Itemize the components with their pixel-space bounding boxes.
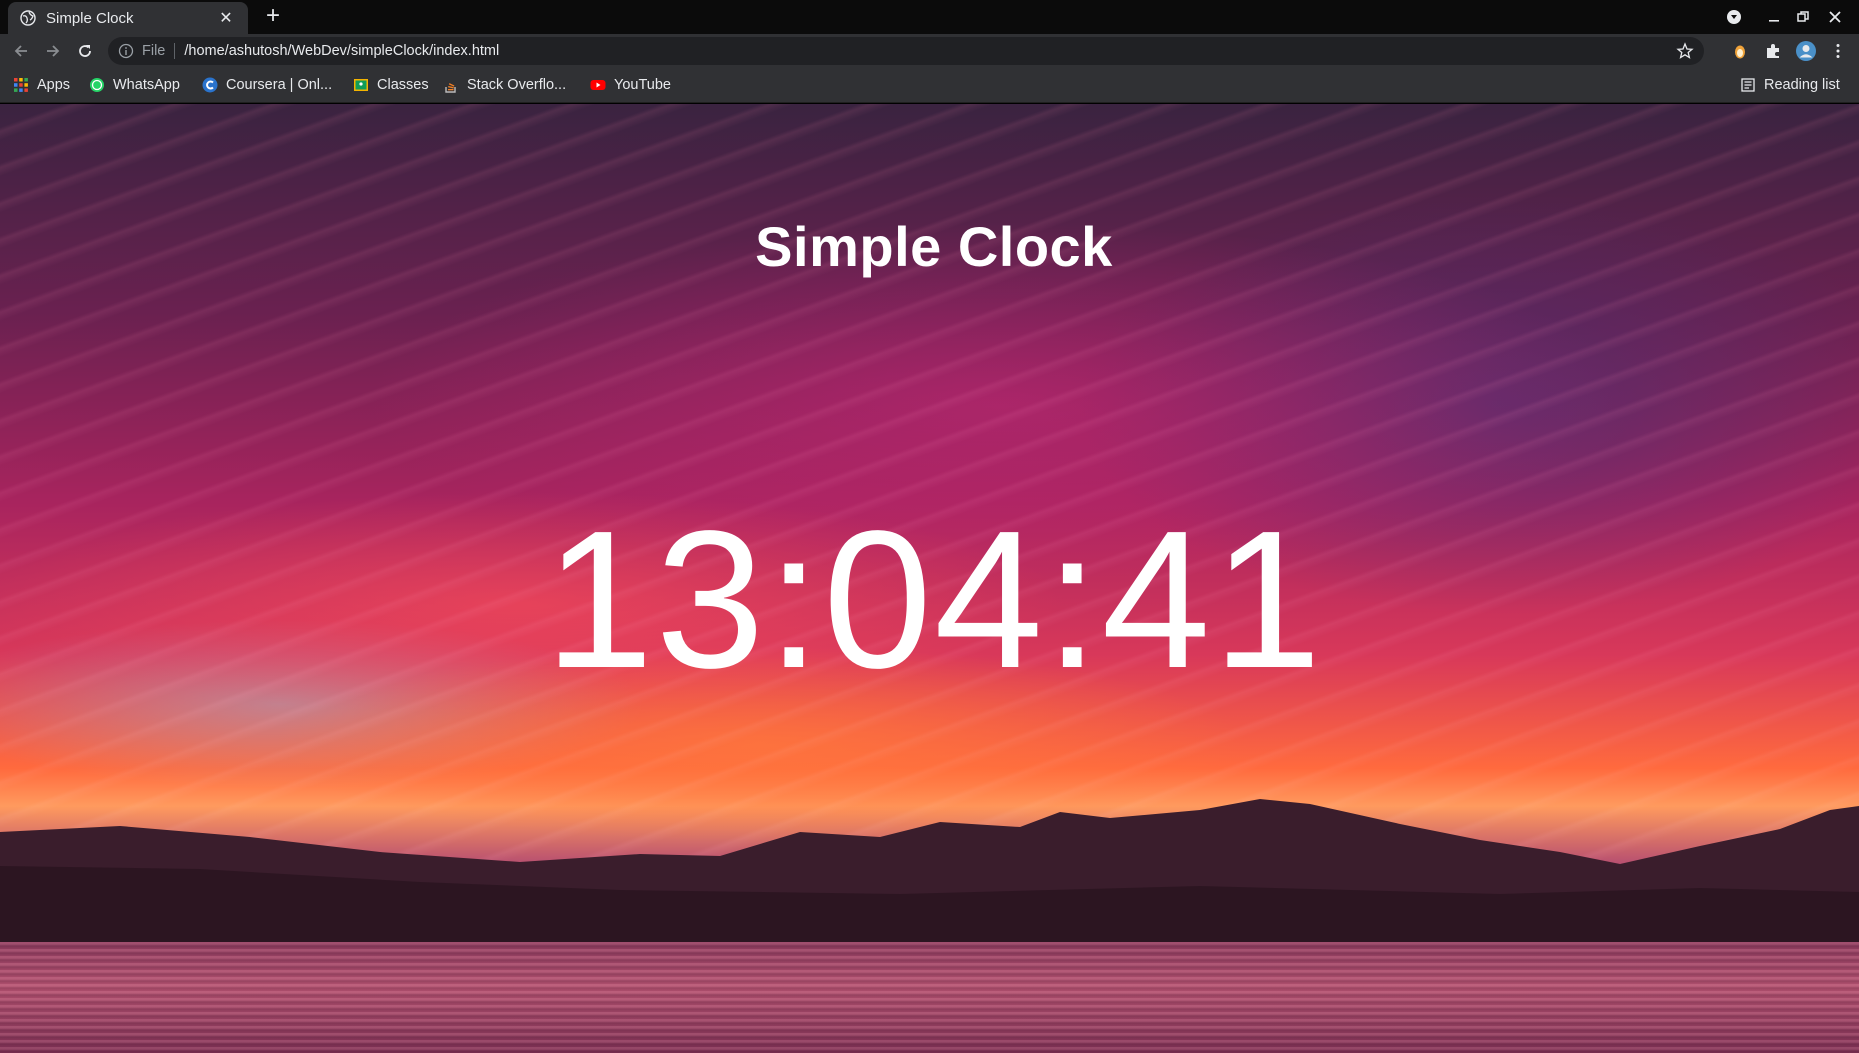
url-text[interactable]: /home/ashutosh/WebDev/simpleClock/index.… (184, 43, 499, 59)
bookmark-label: Classes (377, 77, 429, 93)
close-window-icon[interactable] (1829, 0, 1841, 34)
bookmark-apps[interactable]: Apps (13, 68, 70, 102)
bookmark-star-icon[interactable] (1676, 42, 1694, 60)
bookmark-label: Coursera | Onl... (226, 77, 333, 93)
stack-overflow-icon (445, 83, 456, 93)
apps-grid-icon (14, 78, 28, 92)
reading-list-label: Reading list (1764, 77, 1840, 93)
google-classroom-icon (354, 79, 368, 91)
tab-title: Simple Clock (46, 9, 134, 27)
bookmark-label: Apps (37, 77, 71, 93)
youtube-icon (590, 80, 606, 90)
tab-simple-clock[interactable]: Simple Clock ✕ (8, 2, 248, 34)
coursera-icon (202, 77, 218, 93)
new-tab-button[interactable]: + (260, 4, 286, 30)
clock-time-display: 13:04:41 (544, 490, 1324, 709)
bookmarks-bar: Apps WhatsApp Coursera | Onl... Classes (0, 68, 1859, 103)
bookmark-label: WhatsApp (113, 77, 180, 93)
page-viewport: Simple Clock 13:04:41 (0, 104, 1859, 1053)
close-tab-icon[interactable]: ✕ (216, 8, 236, 28)
media-control-icon[interactable] (1726, 0, 1742, 34)
url-scheme-label: File (142, 43, 166, 59)
lake-water (0, 942, 1859, 1053)
profile-avatar[interactable] (1795, 40, 1817, 62)
restore-icon[interactable] (1797, 0, 1809, 34)
back-arrow-icon[interactable] (11, 41, 31, 61)
bookmark-youtube[interactable]: YouTube (590, 68, 671, 102)
tab-strip: Simple Clock ✕ + (0, 0, 1859, 34)
info-icon[interactable] (118, 43, 134, 59)
bookmark-stack-overflow[interactable]: Stack Overflo... (443, 68, 566, 102)
url-separator (174, 43, 176, 59)
forward-arrow-icon[interactable] (43, 41, 63, 61)
bookmark-label: YouTube (614, 77, 671, 93)
bookmark-whatsapp[interactable]: WhatsApp (89, 68, 180, 102)
globe-icon (20, 10, 36, 26)
bookmark-classes[interactable]: Classes (353, 68, 429, 102)
extensions-puzzle-icon[interactable] (1764, 42, 1782, 60)
reading-list-icon (1741, 78, 1755, 92)
extension-icon[interactable] (1731, 42, 1749, 60)
reload-icon[interactable] (75, 41, 95, 61)
toolbar: File /home/ashutosh/WebDev/simpleClock/i… (0, 34, 1859, 68)
address-bar[interactable]: File /home/ashutosh/WebDev/simpleClock/i… (108, 37, 1704, 65)
bookmark-label: Stack Overflo... (467, 77, 567, 93)
kebab-menu-icon[interactable] (1829, 42, 1847, 60)
bookmark-coursera[interactable]: Coursera | Onl... (202, 68, 332, 102)
reading-list-button[interactable]: Reading list (1740, 68, 1840, 102)
page-title: Simple Clock (755, 215, 1113, 278)
browser-window: Simple Clock ✕ + File /home/ashutosh/Web… (0, 0, 1859, 1053)
whatsapp-icon (90, 78, 104, 92)
minimize-icon[interactable] (1768, 0, 1780, 34)
